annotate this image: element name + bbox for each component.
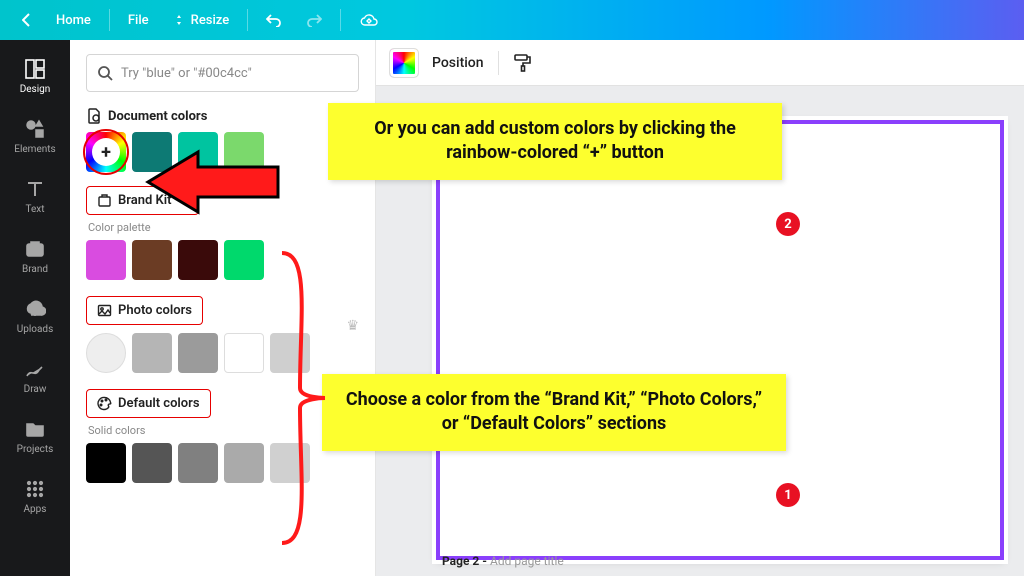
back-button[interactable] — [12, 7, 42, 33]
default-colors-heading[interactable]: Default colors — [86, 389, 211, 418]
search-icon — [97, 65, 113, 81]
photo-icon — [97, 303, 112, 318]
fill-color-button[interactable] — [390, 49, 418, 77]
nav-text[interactable]: Text — [0, 166, 70, 226]
resize-menu[interactable]: Resize — [163, 7, 240, 34]
left-nav-rail: Design Elements Text Brand Uploads Draw … — [0, 40, 70, 576]
brand-kit-icon — [97, 193, 112, 208]
color-swatch[interactable] — [178, 333, 218, 373]
color-swatch[interactable] — [132, 443, 172, 483]
document-colors-row: + — [86, 132, 359, 172]
color-swatch[interactable] — [224, 240, 264, 280]
color-swatch[interactable] — [224, 333, 264, 373]
canvas-page[interactable] — [436, 120, 1004, 560]
cloud-sync-icon[interactable] — [349, 7, 389, 33]
color-swatch[interactable] — [224, 132, 264, 172]
nav-design[interactable]: Design — [0, 46, 70, 106]
color-swatch[interactable] — [132, 132, 172, 172]
photo-colors-heading[interactable]: Photo colors — [86, 296, 203, 325]
annotation-badge-2: 2 — [776, 212, 800, 236]
solid-colors-row — [86, 443, 359, 483]
color-swatch[interactable] — [270, 333, 310, 373]
position-button[interactable]: Position — [432, 55, 484, 71]
photo-colors-row — [86, 333, 359, 373]
paint-roller-icon[interactable] — [513, 53, 533, 73]
nav-apps[interactable]: Apps — [0, 466, 70, 526]
color-swatch[interactable] — [270, 443, 310, 483]
home-button[interactable]: Home — [46, 7, 101, 34]
palette-icon — [97, 396, 112, 411]
color-swatch[interactable] — [178, 240, 218, 280]
brand-palette-row — [86, 240, 359, 280]
color-swatch[interactable] — [86, 443, 126, 483]
nav-projects[interactable]: Projects — [0, 406, 70, 466]
color-swatch[interactable] — [178, 443, 218, 483]
solid-colors-label: Solid colors — [88, 424, 359, 437]
search-placeholder: Try "blue" or "#00c4cc" — [121, 66, 252, 81]
nav-uploads[interactable]: Uploads — [0, 286, 70, 346]
color-swatch[interactable] — [178, 132, 218, 172]
nav-brand[interactable]: Brand — [0, 226, 70, 286]
redo-button[interactable] — [296, 7, 332, 33]
annotation-badge-1: 1 — [776, 483, 800, 507]
add-color-button[interactable]: + — [86, 132, 126, 172]
undo-button[interactable] — [256, 7, 292, 33]
document-colors-heading: Document colors — [86, 108, 359, 124]
divider — [247, 9, 248, 31]
color-palette-label: Color palette — [88, 221, 359, 234]
file-menu[interactable]: File — [118, 7, 159, 34]
crown-icon: ♛ — [346, 318, 359, 334]
nav-draw[interactable]: Draw — [0, 346, 70, 406]
color-swatch[interactable] — [132, 333, 172, 373]
page-label[interactable]: Page 2 - Add page title — [442, 554, 564, 568]
nav-elements[interactable]: Elements — [0, 106, 70, 166]
divider — [498, 51, 499, 75]
color-swatch[interactable] — [86, 333, 126, 373]
annotation-callout-2: Or you can add custom colors by clicking… — [328, 103, 782, 180]
color-swatch[interactable] — [224, 443, 264, 483]
divider — [340, 9, 341, 31]
color-swatch[interactable] — [132, 240, 172, 280]
document-icon — [86, 108, 102, 124]
color-search-input[interactable]: Try "blue" or "#00c4cc" — [86, 54, 359, 92]
annotation-callout-1: Choose a color from the “Brand Kit,” “Ph… — [322, 374, 786, 451]
divider — [109, 9, 110, 31]
color-swatch[interactable] — [86, 240, 126, 280]
brand-kit-dropdown[interactable]: Brand Kit — [86, 186, 199, 215]
chevron-down-icon — [178, 196, 188, 206]
context-toolbar: Position — [376, 40, 1024, 86]
top-menu-bar: Home File Resize — [0, 0, 1024, 40]
